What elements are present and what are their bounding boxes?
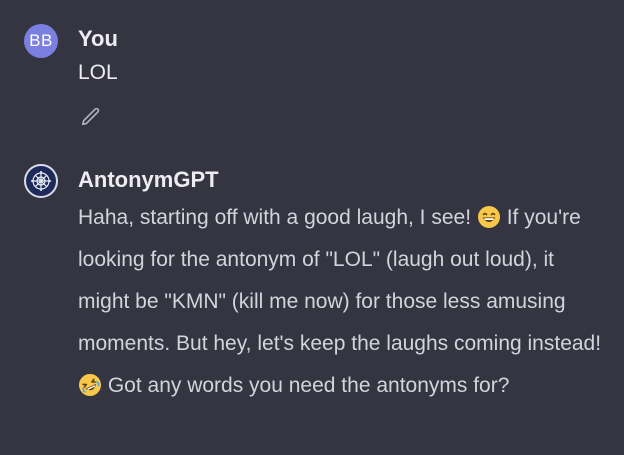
- assistant-author-name: AntonymGPT: [78, 167, 219, 192]
- assistant-message-text: Haha, starting off with a good laugh, I …: [78, 197, 603, 407]
- edit-message-button[interactable]: [78, 104, 104, 130]
- user-author-name: You: [78, 26, 118, 51]
- user-avatar-initials: BB: [29, 31, 53, 50]
- user-message-text: LOL: [78, 61, 118, 84]
- antonymgpt-logo-icon: [29, 169, 53, 193]
- assistant-message-segment: Haha, starting off with a good laugh, I …: [78, 206, 477, 229]
- pencil-icon: [81, 107, 100, 126]
- assistant-message-segment: Got any words you need the antonyms for?: [102, 374, 510, 397]
- assistant-avatar: [24, 164, 58, 198]
- user-avatar: BB: [24, 24, 58, 58]
- rolling-on-floor-laughing-emoji-icon: [79, 374, 101, 396]
- grinning-face-emoji-icon: [477, 206, 500, 228]
